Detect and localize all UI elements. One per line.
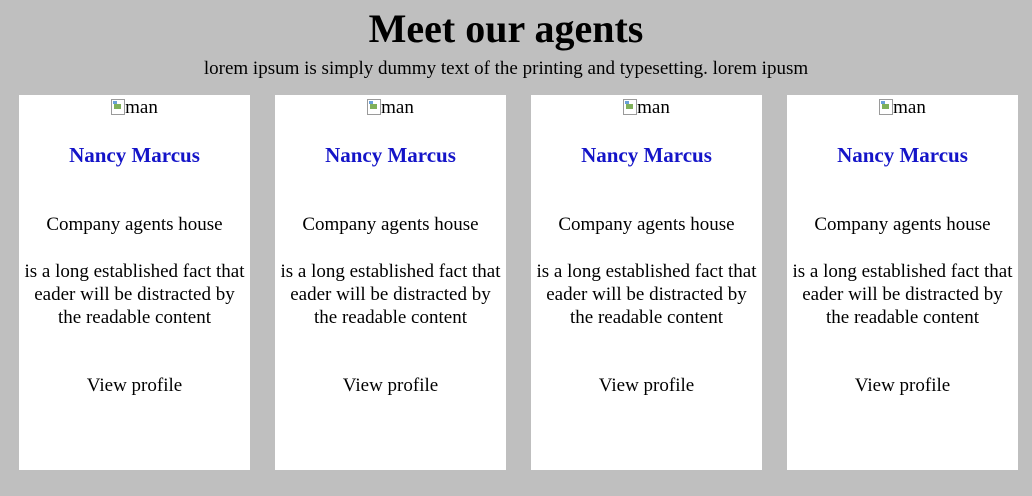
agent-photo: man [19,97,250,119]
agent-description: is a long established fact that eader wi… [280,261,501,328]
agent-photo-alt: man [637,97,670,118]
view-profile-link[interactable]: View profile [531,375,762,397]
view-profile-link[interactable]: View profile [787,375,1018,397]
agent-photo: man [531,97,762,119]
agent-card: man Nancy Marcus Company agents house is… [531,95,762,470]
agent-card: man Nancy Marcus Company agents house is… [19,95,250,470]
agent-description: is a long established fact that eader wi… [24,261,245,328]
agent-name: Nancy Marcus [325,143,456,167]
agent-company: Company agents house [558,214,735,235]
agent-name: Nancy Marcus [581,143,712,167]
page-subtitle: lorem ipsum is simply dummy text of the … [203,58,809,79]
agent-name: Nancy Marcus [837,143,968,167]
agent-company: Company agents house [46,214,223,235]
agent-description: is a long established fact that eader wi… [536,261,757,328]
broken-image-icon [367,99,382,115]
page-title: Meet our agents [368,6,644,51]
agent-company: Company agents house [302,214,479,235]
broken-image-icon [879,99,894,115]
agent-photo: man [275,97,506,119]
agent-name: Nancy Marcus [69,143,200,167]
agent-photo: man [787,97,1018,119]
view-profile-link[interactable]: View profile [275,375,506,397]
agent-photo-alt: man [125,97,158,118]
broken-image-icon [623,99,638,115]
view-profile-link[interactable]: View profile [19,375,250,397]
agent-photo-alt: man [893,97,926,118]
agent-card: man Nancy Marcus Company agents house is… [275,95,506,470]
agent-photo-alt: man [381,97,414,118]
agent-description: is a long established fact that eader wi… [792,261,1013,328]
agent-company: Company agents house [814,214,991,235]
agent-card: man Nancy Marcus Company agents house is… [787,95,1018,470]
broken-image-icon [111,99,126,115]
